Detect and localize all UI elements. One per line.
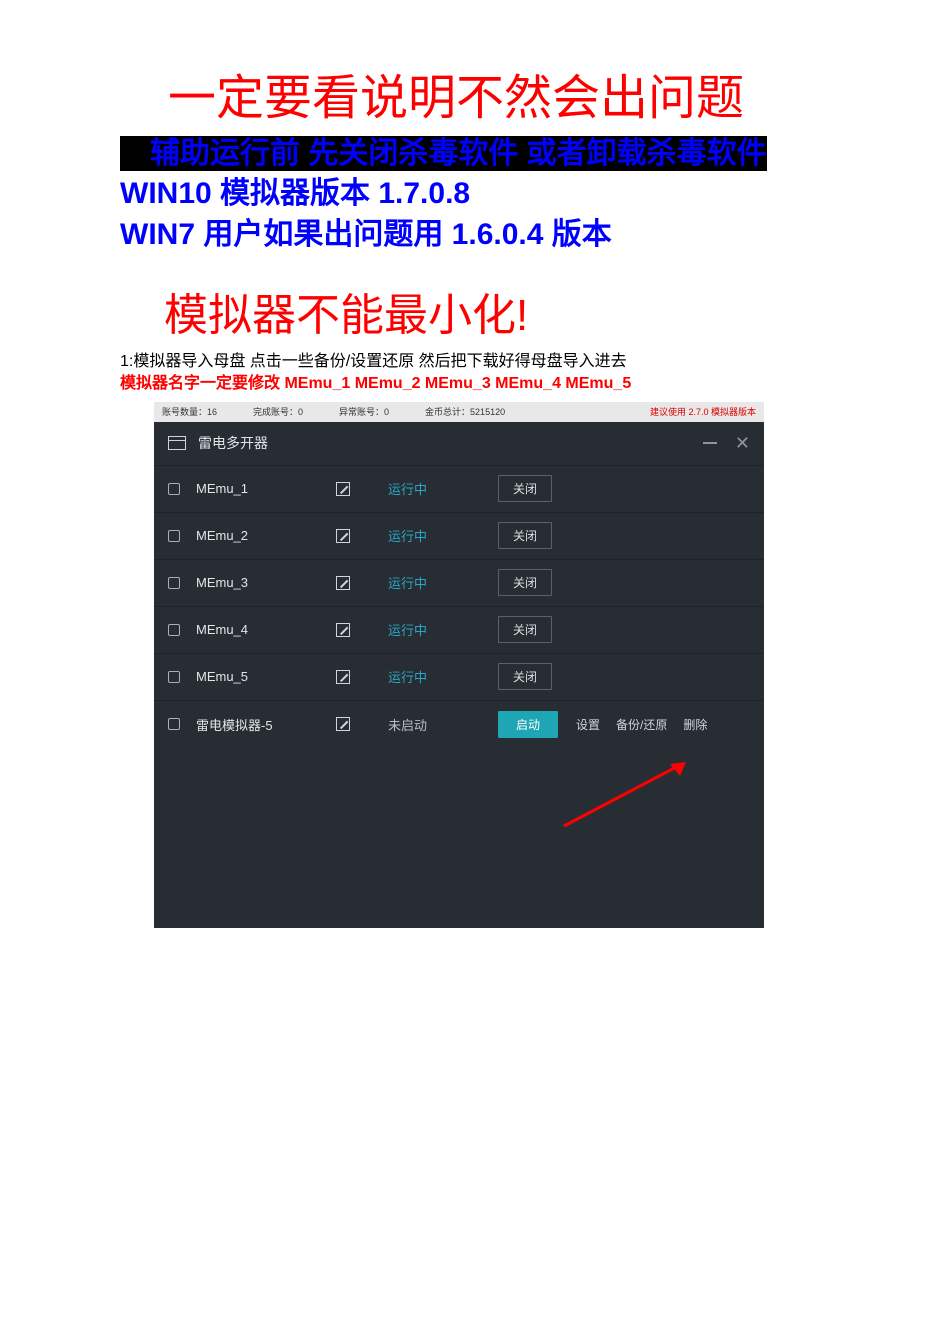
edit-icon[interactable] bbox=[336, 670, 350, 684]
close-button[interactable]: 关闭 bbox=[498, 522, 552, 549]
vm-status: 运行中 bbox=[388, 667, 498, 686]
vm-row: MEmu_3 运行中关闭 bbox=[154, 560, 764, 607]
vm-checkbox[interactable] bbox=[168, 718, 180, 730]
delete-link[interactable]: 删除 bbox=[683, 716, 707, 733]
stat-gold: 金币总计：5215120 bbox=[425, 405, 505, 418]
vm-name-label: MEmu_1 bbox=[196, 481, 336, 496]
settings-link[interactable]: 设置 bbox=[576, 716, 600, 733]
annotation-arrow bbox=[554, 758, 694, 830]
stat-done: 完成账号：0 bbox=[253, 405, 303, 418]
edit-icon[interactable] bbox=[336, 576, 350, 590]
edit-icon[interactable] bbox=[336, 529, 350, 543]
main-warning-heading: 一定要看说明不然会出问题 bbox=[120, 70, 825, 128]
vm-name-label: 雷电模拟器-5 bbox=[196, 715, 336, 734]
start-button[interactable]: 启动 bbox=[498, 711, 558, 738]
vm-status: 运行中 bbox=[388, 573, 498, 592]
edit-icon[interactable] bbox=[336, 717, 350, 731]
vm-checkbox[interactable] bbox=[168, 483, 180, 495]
vm-status: 运行中 bbox=[388, 479, 498, 498]
vm-name-label: MEmu_3 bbox=[196, 575, 336, 590]
close-button[interactable]: 关闭 bbox=[498, 569, 552, 596]
stat-error: 异常账号：0 bbox=[339, 405, 389, 418]
emulator-manager-screenshot: 账号数量：16 完成账号：0 异常账号：0 金币总计：5215120 建议使用 … bbox=[154, 402, 764, 928]
vm-checkbox[interactable] bbox=[168, 530, 180, 542]
vm-checkbox[interactable] bbox=[168, 577, 180, 589]
vm-checkbox[interactable] bbox=[168, 624, 180, 636]
vm-row: MEmu_2 运行中关闭 bbox=[154, 513, 764, 560]
antivirus-warning-text: 辅助运行前 先关闭杀毒软件 或者卸载杀毒软件 bbox=[150, 137, 767, 170]
edit-icon[interactable] bbox=[336, 482, 350, 496]
step-1-text: 1:模拟器导入母盘 点击一些备份/设置还原 然后把下载好得母盘导入进去 bbox=[120, 351, 825, 373]
antivirus-warning-block: 辅助运行前 先关闭杀毒软件 或者卸载杀毒软件 bbox=[120, 134, 825, 175]
vm-checkbox[interactable] bbox=[168, 671, 180, 683]
stats-topbar: 账号数量：16 完成账号：0 异常账号：0 金币总计：5215120 建议使用 … bbox=[154, 402, 764, 422]
rename-warning-text: 模拟器名字一定要修改 MEmu_1 MEmu_2 MEmu_3 MEmu_4 M… bbox=[120, 373, 825, 395]
vm-extra-actions: 设置备份/还原删除 bbox=[576, 716, 707, 733]
close-button[interactable]: 关闭 bbox=[498, 475, 552, 502]
vm-row: MEmu_5 运行中关闭 bbox=[154, 654, 764, 701]
vm-row: MEmu_1 运行中关闭 bbox=[154, 466, 764, 513]
vm-status: 运行中 bbox=[388, 620, 498, 639]
vm-name-label: MEmu_2 bbox=[196, 528, 336, 543]
edit-icon[interactable] bbox=[336, 623, 350, 637]
backup-link[interactable]: 备份/还原 bbox=[616, 716, 667, 733]
vm-name-label: MEmu_4 bbox=[196, 622, 336, 637]
vm-row: MEmu_4 运行中关闭 bbox=[154, 607, 764, 654]
app-title: 雷电多开器 bbox=[198, 433, 268, 453]
empty-area bbox=[154, 748, 764, 928]
win10-version-line: WIN10 模拟器版本 1.7.0.8 bbox=[120, 174, 825, 215]
stat-tip: 建议使用 2.7.0 模拟器版本 bbox=[650, 405, 756, 418]
win7-version-line: WIN7 用户如果出问题用 1.6.0.4 版本 bbox=[120, 215, 825, 256]
app-window-icon bbox=[168, 436, 186, 450]
no-minimize-heading: 模拟器不能最小化! bbox=[120, 279, 825, 343]
close-button[interactable]: 关闭 bbox=[498, 663, 552, 690]
vm-status: 未启动 bbox=[388, 715, 498, 734]
vm-name-label: MEmu_5 bbox=[196, 669, 336, 684]
minimize-icon[interactable] bbox=[703, 442, 717, 444]
vm-status: 运行中 bbox=[388, 526, 498, 545]
close-icon[interactable]: ✕ bbox=[735, 434, 750, 452]
stat-accounts: 账号数量：16 bbox=[162, 405, 217, 418]
close-button[interactable]: 关闭 bbox=[498, 616, 552, 643]
vm-row: 雷电模拟器-5 未启动启动 设置备份/还原删除 bbox=[154, 701, 764, 748]
app-titlebar: 雷电多开器 ✕ bbox=[154, 422, 764, 466]
